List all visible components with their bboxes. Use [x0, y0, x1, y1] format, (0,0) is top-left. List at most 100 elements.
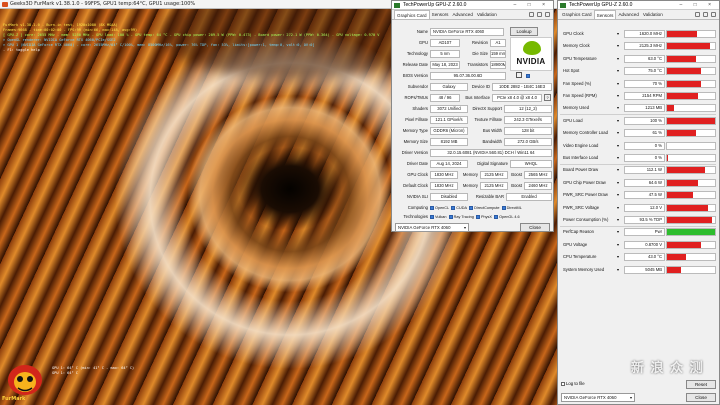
help-icon[interactable]: ? [544, 94, 551, 101]
value-die-size: 159 mm² [490, 50, 506, 58]
dropdown-arrow-icon[interactable]: ▾ [617, 118, 619, 123]
menu-icon[interactable] [545, 12, 550, 17]
furmark-temp-readout: GPU 1: 64° C (min: 41° C - max: 64° C) G… [52, 366, 134, 376]
value-name: NVIDIA GeForce RTX 4060 [430, 28, 504, 36]
sensor-graph-fill [667, 68, 701, 75]
sensor-row: GPU Voltage ▾ 0.8700 V [560, 240, 718, 250]
tab-graphics-card[interactable]: Graphics Card [560, 10, 594, 19]
dropdown-arrow-icon[interactable]: ▾ [617, 180, 619, 185]
value-bus-interface: PCIe x8 4.0 @ x8 4.0 [492, 94, 542, 102]
dropdown-arrow-icon[interactable]: ▾ [617, 56, 619, 61]
gpuz-tabs: Graphics Card Sensors Advanced Validatio… [392, 10, 553, 20]
nvidia-logo-text: NVIDIA [516, 57, 546, 66]
tab-sensors[interactable]: Sensors [430, 10, 451, 19]
dropdown-arrow-icon[interactable]: ▾ [617, 155, 619, 160]
dropdown-arrow-icon[interactable]: ▾ [617, 192, 619, 197]
tab-validation[interactable]: Validation [641, 10, 665, 19]
uefi-checkbox [526, 72, 531, 79]
sensor-name: Memory Clock [563, 43, 590, 49]
reset-button[interactable]: Reset [686, 380, 716, 389]
dropdown-arrow-icon[interactable]: ▾ [617, 229, 619, 234]
sensor-graph [666, 228, 716, 237]
sensor-name: Board Power Draw [563, 167, 599, 173]
label-sli: NVIDIA SLI [406, 194, 428, 199]
sensor-name: GPU Load [563, 117, 583, 123]
nvidia-logo: NVIDIA [510, 37, 552, 71]
value-rops: 48 / 96 [430, 94, 460, 102]
lookup-button[interactable]: Lookup [510, 27, 538, 36]
value-driver-version: 32.0.15.6081 (NVIDIA 560.81) DCH / Win11… [430, 149, 552, 157]
dropdown-arrow-icon[interactable]: ▾ [617, 167, 619, 172]
share-icon[interactable] [516, 72, 522, 78]
value-resizable-bar: Enabled [506, 193, 552, 201]
dropdown-arrow-icon[interactable]: ▾ [617, 254, 619, 259]
sensor-name: GPU Temperature [563, 55, 597, 61]
label-computing: Computing [407, 205, 428, 210]
sensor-name: CPU Temperature [563, 254, 597, 260]
furmark-logo [8, 365, 42, 395]
tab-advanced[interactable]: Advanced [450, 10, 474, 19]
tab-advanced[interactable]: Advanced [616, 10, 640, 19]
dropdown-arrow-icon[interactable]: ▾ [617, 93, 619, 98]
camera-icon[interactable] [695, 12, 700, 17]
close-button[interactable]: Close [520, 223, 550, 232]
sensor-graph [666, 54, 716, 63]
label-default-boost: Boost [511, 183, 522, 188]
sensors-title: TechPowerUp GPU-Z 2.60.0 [569, 2, 633, 8]
sensors-window-controls[interactable]: – □ × [680, 1, 717, 9]
dropdown-arrow-icon[interactable]: ▾ [617, 205, 619, 210]
dropdown-arrow-icon[interactable]: ▾ [617, 105, 619, 110]
sensor-row: Hot Spot ▾ 75.0 °C [560, 66, 718, 76]
label-device-id: Device ID [471, 84, 490, 89]
sensor-graph-fill [667, 130, 697, 137]
sensor-graph-fill [667, 93, 699, 99]
sensor-row: System Memory Used ▾ 5045 MB [560, 265, 718, 275]
sensor-graph [666, 129, 716, 138]
gpu-select[interactable]: NVIDIA GeForce RTX 4060 [395, 223, 469, 232]
tab-graphics-card[interactable]: Graphics Card [394, 10, 430, 19]
dropdown-arrow-icon[interactable]: ▾ [617, 242, 619, 247]
sensor-name: Memory Used [563, 105, 590, 111]
dropdown-arrow-icon[interactable]: ▾ [617, 68, 619, 73]
sensor-value: 0.8700 V [624, 240, 665, 249]
dropdown-arrow-icon[interactable]: ▾ [617, 217, 619, 222]
sensor-row: PWR_SRC Power Draw ▾ 47.5 W [560, 190, 718, 200]
sensor-value: 47.5 W [624, 191, 665, 200]
dropdown-arrow-icon[interactable]: ▾ [617, 43, 619, 48]
check-icon [475, 215, 480, 219]
sensor-graph [666, 154, 716, 162]
dropdown-arrow-icon[interactable]: ▾ [617, 130, 619, 135]
dropdown-arrow-icon[interactable]: ▾ [617, 267, 619, 272]
dropdown-arrow-icon[interactable]: ▾ [617, 143, 619, 148]
refresh-icon[interactable] [703, 12, 708, 17]
refresh-icon[interactable] [537, 12, 542, 17]
sensors-close-button[interactable]: Close [686, 393, 716, 402]
value-gpu: AD107 [430, 39, 460, 47]
value-default-boost: 2460 MHz [524, 182, 552, 190]
sensor-name: Video Engine Load [563, 142, 599, 148]
menu-icon[interactable] [711, 12, 716, 17]
label-default-memory: Memory [462, 183, 478, 188]
value-memory-type: GDDR6 (Micron) [430, 127, 468, 135]
value-technology: 5 nm [430, 50, 460, 58]
value-directx: 12 (12_2) [504, 105, 552, 113]
sensor-value: 63.0 °C [624, 54, 665, 63]
value-transistors: 18900M [490, 61, 506, 69]
sensor-graph-fill [667, 55, 696, 62]
gpuz-toolbar-icons [529, 10, 550, 19]
tab-validation[interactable]: Validation [475, 10, 499, 19]
dropdown-arrow-icon[interactable]: ▾ [617, 31, 619, 36]
sensor-row: Video Engine Load ▾ 0 % [560, 141, 718, 151]
sensors-gpu-select[interactable]: NVIDIA GeForce RTX 4060 [561, 393, 635, 402]
sensor-graph-fill [667, 192, 694, 199]
label-subvendor: Subvendor [407, 84, 428, 89]
sensor-name: PWR_SRC Voltage [563, 204, 600, 210]
dropdown-arrow-icon[interactable]: ▾ [617, 81, 619, 86]
sensor-row: Bus Interface Load ▾ 0 % [560, 153, 718, 163]
camera-icon[interactable] [529, 12, 534, 17]
tab-sensors[interactable]: Sensors [593, 10, 617, 19]
gpuz-window-controls[interactable]: – □ × [514, 1, 551, 9]
log-to-file-checkbox[interactable]: Log to file [561, 380, 585, 388]
sensor-graph [666, 166, 716, 175]
sensor-row: Board Power Draw ▾ 112.1 W [560, 165, 718, 175]
